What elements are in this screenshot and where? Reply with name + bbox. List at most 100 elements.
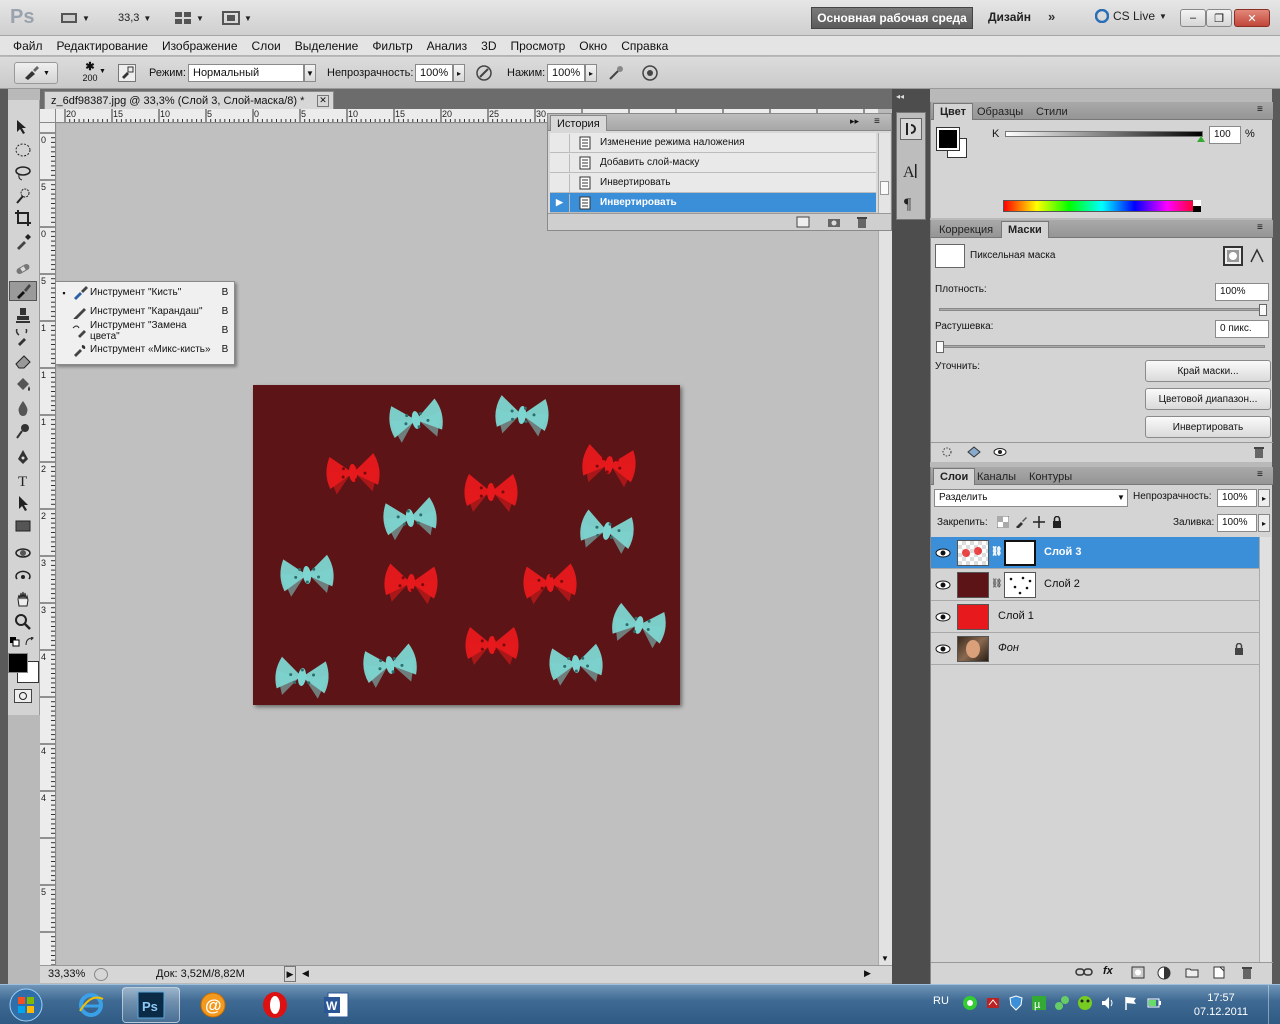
menu-file[interactable]: Файл xyxy=(6,39,50,53)
paragraph-panel-toggle[interactable]: ¶ xyxy=(900,193,920,213)
tab-swatches[interactable]: Образцы xyxy=(971,103,1029,120)
pressure-size-button[interactable] xyxy=(640,63,660,83)
flyout-item-brush[interactable]: ▪ Инструмент "Кисть" B xyxy=(58,283,232,302)
3d-orbit-tool[interactable] xyxy=(10,566,36,586)
layer-blend-mode-select[interactable]: Разделить xyxy=(934,489,1128,507)
color-spectrum-bar[interactable] xyxy=(1003,200,1201,212)
panel-menu-icon[interactable]: ≡ xyxy=(1257,469,1263,480)
new-document-from-state-button[interactable] xyxy=(796,216,810,228)
eye-icon[interactable] xyxy=(935,641,951,657)
load-selection-button[interactable] xyxy=(941,446,953,458)
new-layer-button[interactable] xyxy=(1213,966,1225,979)
default-colors-button[interactable] xyxy=(10,637,20,647)
tab-masks[interactable]: Маски xyxy=(1001,221,1049,238)
tool-preset-picker[interactable]: ▼ xyxy=(14,62,58,84)
slider-handle[interactable] xyxy=(1197,136,1205,142)
feather-slider[interactable] xyxy=(939,345,1265,348)
airbrush-button[interactable] xyxy=(606,63,626,83)
tray-app-icon[interactable] xyxy=(985,995,1001,1011)
eraser-tool[interactable] xyxy=(10,351,36,371)
minimize-button[interactable]: – xyxy=(1180,9,1206,27)
shield-icon[interactable] xyxy=(1008,995,1024,1011)
lock-image-button[interactable] xyxy=(1015,516,1027,528)
menu-edit[interactable]: Редактирование xyxy=(50,39,155,53)
menu-help[interactable]: Справка xyxy=(614,39,675,53)
history-state[interactable]: Добавить слой-маску xyxy=(550,153,876,173)
blur-tool[interactable] xyxy=(10,398,36,418)
tab-channels[interactable]: Каналы xyxy=(971,468,1022,485)
healing-brush-tool[interactable] xyxy=(10,259,36,279)
power-icon[interactable] xyxy=(1146,995,1162,1011)
path-selection-tool[interactable] xyxy=(10,493,36,513)
mask-edge-button[interactable]: Край маски... xyxy=(1145,360,1271,382)
scroll-thumb[interactable] xyxy=(880,181,889,195)
layer-mask-thumbnail[interactable] xyxy=(1004,572,1036,598)
tab-paths[interactable]: Контуры xyxy=(1023,468,1078,485)
zoom-percent[interactable]: 33,33% xyxy=(48,968,85,980)
layer-row-layer3[interactable]: ⛓ Слой 3 xyxy=(931,537,1259,569)
vertical-scrollbar[interactable]: ▲ ▼ xyxy=(878,124,892,965)
feather-input[interactable]: 0 пикс. xyxy=(1215,320,1269,338)
eye-icon[interactable] xyxy=(935,609,951,625)
brush-tool[interactable] xyxy=(9,281,37,301)
chevron-down-icon[interactable]: ▼ xyxy=(1117,493,1125,502)
status-info-icon[interactable] xyxy=(94,968,108,981)
flyout-item-color-replacement[interactable]: Инструмент "Замена цвета" B xyxy=(58,320,232,342)
scroll-down-icon[interactable]: ▼ xyxy=(881,954,889,963)
add-mask-button[interactable] xyxy=(1131,966,1145,979)
status-menu-arrow-icon[interactable]: ▶ xyxy=(284,966,296,982)
antivirus-icon[interactable] xyxy=(1077,995,1093,1011)
spectrum-black-patch[interactable] xyxy=(1193,206,1201,212)
invert-mask-button[interactable]: Инвертировать xyxy=(1145,416,1271,438)
document-image[interactable] xyxy=(253,385,680,705)
panel-menu-icon[interactable]: ≡ xyxy=(1257,104,1263,115)
density-slider[interactable] xyxy=(939,308,1265,311)
new-adjustment-layer-button[interactable] xyxy=(1157,966,1171,980)
crop-tool[interactable] xyxy=(10,208,36,228)
menu-window[interactable]: Окно xyxy=(572,39,614,53)
history-brush-source-box[interactable] xyxy=(550,153,570,172)
character-panel-toggle[interactable]: A xyxy=(900,161,920,181)
feather-slider-handle[interactable] xyxy=(936,341,944,353)
maximize-button[interactable]: ❐ xyxy=(1206,9,1232,27)
workspace-design-button[interactable]: Дизайн xyxy=(988,10,1031,24)
layer-row-layer1[interactable]: Слой 1 xyxy=(931,601,1259,633)
language-indicator[interactable]: RU xyxy=(933,995,949,1007)
flag-icon[interactable] xyxy=(1123,995,1139,1011)
history-brush-tool[interactable] xyxy=(10,328,36,348)
menu-filter[interactable]: Фильтр xyxy=(365,39,419,53)
menu-view[interactable]: Просмотр xyxy=(503,39,572,53)
history-panel-toggle[interactable] xyxy=(900,118,922,140)
layer-mask-thumbnail[interactable] xyxy=(1004,540,1036,566)
hand-tool[interactable] xyxy=(10,589,36,609)
vertical-ruler[interactable]: 0 5 0 5 1 1 1 2 2 3 3 4 4 4 5 xyxy=(40,123,56,965)
type-tool[interactable]: T xyxy=(10,470,36,490)
close-button[interactable]: ✕ xyxy=(1234,9,1270,27)
document-tab[interactable]: z_6df98387.jpg @ 33,3% (Слой 3, Слой-мас… xyxy=(44,91,334,109)
icq-icon[interactable] xyxy=(962,995,978,1011)
flyout-item-pencil[interactable]: Инструмент "Карандаш" B xyxy=(58,302,232,321)
utorrent-icon[interactable]: µ xyxy=(1031,995,1047,1011)
tab-layers[interactable]: Слои xyxy=(933,468,976,485)
lasso-tool[interactable] xyxy=(10,163,36,183)
workspace-essentials-button[interactable]: Основная рабочая среда xyxy=(811,7,973,29)
tab-history[interactable]: История xyxy=(550,115,607,131)
tab-styles[interactable]: Стили xyxy=(1030,103,1074,120)
expand-panels-icon[interactable]: ◂◂ xyxy=(896,92,926,102)
blend-mode-select[interactable]: Нормальный xyxy=(188,64,304,82)
black-value-input[interactable]: 100 xyxy=(1209,126,1241,144)
zoom-level-dropdown[interactable]: 33,3 ▼ xyxy=(118,8,151,28)
more-workspaces-button[interactable]: » xyxy=(1048,9,1055,24)
menu-select[interactable]: Выделение xyxy=(288,39,366,53)
history-brush-source-box[interactable]: ▶ xyxy=(550,193,570,212)
apply-mask-button[interactable] xyxy=(967,446,981,458)
panel-menu-icon[interactable]: ≡ xyxy=(1257,222,1263,233)
rectangle-tool[interactable] xyxy=(10,516,36,536)
eyedropper-tool[interactable] xyxy=(10,232,36,252)
density-slider-handle[interactable] xyxy=(1259,304,1267,316)
chevron-down-icon[interactable]: ▼ xyxy=(304,64,316,82)
flow-input[interactable]: 100% xyxy=(547,64,585,82)
eye-icon[interactable] xyxy=(935,577,951,593)
vector-mask-button[interactable] xyxy=(1249,248,1265,264)
swap-colors-button[interactable] xyxy=(25,637,35,647)
